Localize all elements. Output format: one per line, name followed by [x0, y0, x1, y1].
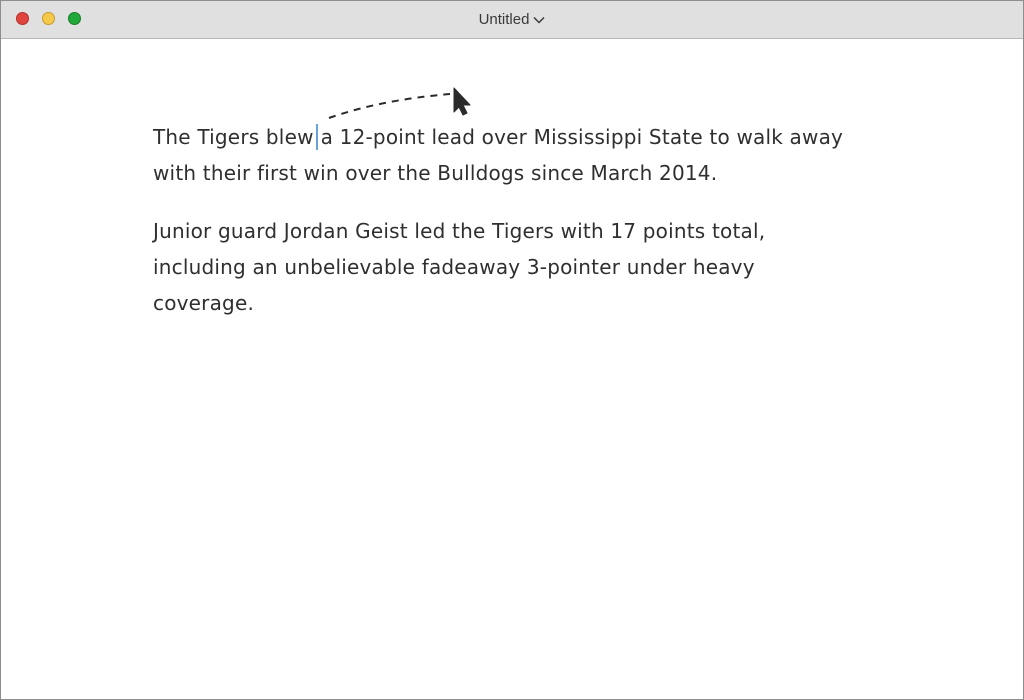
app-window: Untitled The Tigers blew a 12-point lead … [0, 0, 1024, 700]
document-title-menu[interactable]: Untitled [479, 11, 546, 28]
paragraph-1[interactable]: The Tigers blew a 12-point lead over Miss… [153, 119, 853, 191]
window-title: Untitled [478, 11, 530, 28]
text-cursor [315, 124, 318, 150]
document-body[interactable]: The Tigers blew a 12-point lead over Miss… [153, 119, 853, 343]
title-area: Untitled [1, 1, 1023, 38]
paragraph-2[interactable]: Junior guard Jordan Geist led the Tigers… [153, 213, 853, 321]
paragraph-1-text-before-cursor: The Tigers blew [153, 125, 314, 149]
title-bar[interactable]: Untitled [1, 1, 1023, 39]
chevron-down-icon [533, 16, 545, 24]
